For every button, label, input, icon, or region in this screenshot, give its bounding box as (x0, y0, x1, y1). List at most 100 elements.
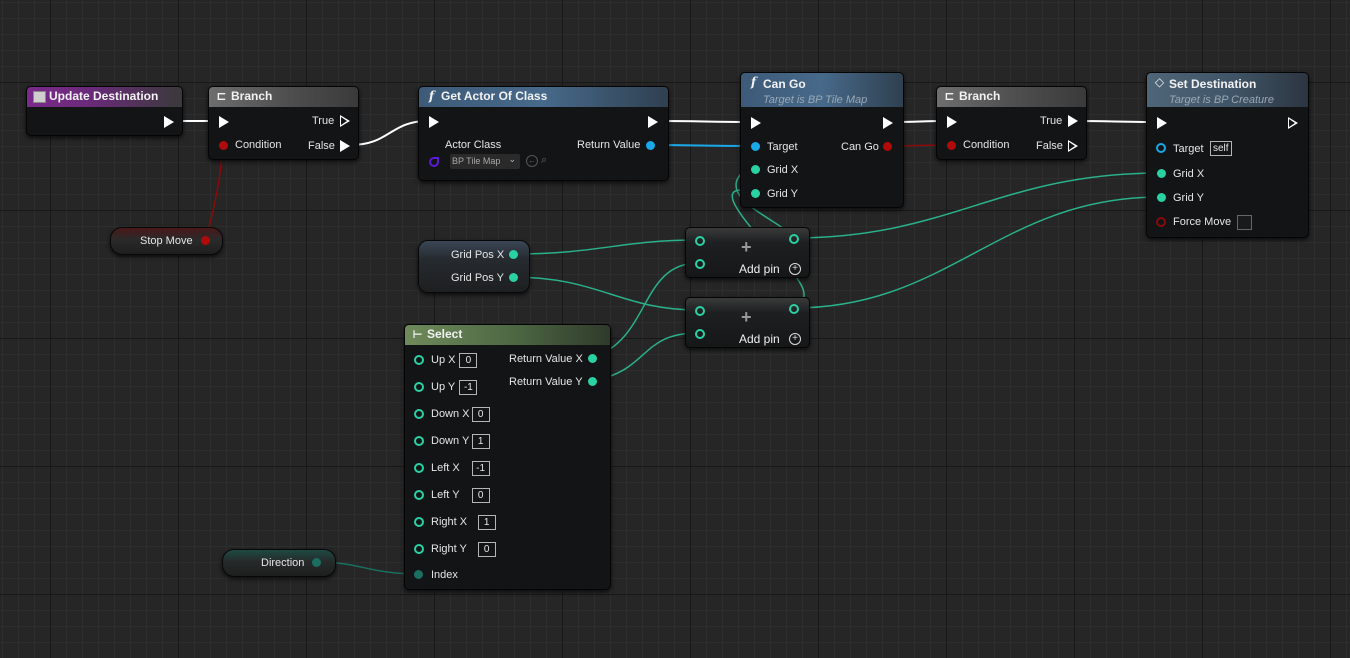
return-value-pin[interactable] (646, 141, 655, 150)
a-input-pin[interactable] (695, 236, 705, 246)
exec-out-pin[interactable] (883, 117, 893, 129)
set-destination-node[interactable]: ◇ Set Destination Target is BP Creature … (1146, 72, 1309, 238)
select-input-value-field[interactable]: 0 (477, 542, 496, 557)
select-input-value-field[interactable]: 0 (471, 407, 490, 422)
select-input-pin[interactable] (414, 490, 424, 500)
direction-label: Direction (261, 557, 305, 569)
select-input-value-field[interactable]: 1 (471, 434, 490, 449)
branch-node[interactable]: ⊏ Branch Condition True False (936, 86, 1087, 160)
false-exec-pin[interactable] (340, 140, 350, 152)
grid-x-pin[interactable] (751, 165, 760, 174)
stop-move-pin[interactable] (201, 236, 210, 245)
false-label: False (1036, 140, 1063, 152)
actor-class-pin[interactable] (429, 157, 439, 167)
node-header: Update Destination (27, 87, 182, 107)
false-exec-pin[interactable] (1068, 140, 1078, 152)
function-diamond-icon: ◇ (1154, 75, 1165, 89)
stop-move-variable[interactable]: Stop Move (110, 227, 223, 255)
force-move-checkbox[interactable] (1237, 215, 1252, 230)
event-icon (33, 91, 46, 103)
exec-out-pin[interactable] (648, 116, 658, 128)
target-label: Target (1173, 143, 1204, 155)
grid-y-pin[interactable] (1157, 193, 1166, 202)
node-title: Set Destination (1169, 77, 1257, 91)
return-value-x-pin[interactable] (588, 354, 597, 363)
target-pin[interactable] (751, 142, 760, 151)
condition-pin[interactable] (219, 141, 228, 150)
branch-icon: ⊏ (216, 89, 227, 103)
select-input-label: Up Y (431, 381, 456, 393)
select-input-value-field[interactable]: -1 (471, 461, 490, 476)
return-value-y-pin[interactable] (588, 377, 597, 386)
force-move-pin[interactable] (1156, 217, 1166, 227)
grid-y-pin[interactable] (751, 189, 760, 198)
condition-label: Condition (235, 139, 282, 151)
exec-in-pin[interactable] (1157, 117, 1167, 129)
target-pin[interactable] (1156, 143, 1166, 153)
exec-out-pin[interactable] (164, 116, 174, 128)
condition-pin[interactable] (947, 141, 956, 150)
add-node[interactable]: + Add pin + (685, 297, 810, 348)
select-input-value-field[interactable]: 0 (471, 488, 490, 503)
select-input-value-field[interactable]: 0 (459, 353, 478, 368)
select-input-pin[interactable] (414, 463, 424, 473)
grid-pos-variable[interactable]: Grid Pos X Grid Pos Y (418, 240, 530, 293)
browse-arrow-icon[interactable]: ← (526, 155, 538, 167)
add-symbol: + (741, 237, 752, 257)
grid-pos-y-label: Grid Pos Y (451, 272, 504, 284)
select-input-value-field[interactable]: -1 (459, 380, 478, 395)
index-label: Index (431, 569, 458, 581)
grid-x-label: Grid X (767, 164, 799, 176)
branch-node[interactable]: ⊏ Branch Condition True False (208, 86, 359, 160)
can-go-pin[interactable] (883, 142, 892, 151)
add-pin-plus-icon[interactable]: + (789, 333, 801, 345)
exec-in-pin[interactable] (751, 117, 761, 129)
actor-class-value: BP Tile Map (452, 156, 501, 166)
select-input-pin[interactable] (414, 517, 424, 527)
select-input-pin[interactable] (414, 544, 424, 554)
index-pin[interactable] (414, 570, 423, 579)
node-title: Branch (231, 89, 273, 103)
result-output-pin[interactable] (789, 304, 799, 314)
result-output-pin[interactable] (789, 234, 799, 244)
add-node[interactable]: + Add pin + (685, 227, 810, 278)
grid-pos-x-pin[interactable] (509, 250, 518, 259)
b-input-pin[interactable] (695, 259, 705, 269)
true-label: True (1040, 115, 1063, 127)
true-exec-pin[interactable] (1068, 115, 1078, 127)
b-input-pin[interactable] (695, 329, 705, 339)
add-pin-label[interactable]: Add pin (739, 262, 780, 276)
select-input-value-field[interactable]: 1 (477, 515, 496, 530)
node-header: f Get Actor Of Class (419, 87, 668, 107)
get-actor-of-class-node[interactable]: f Get Actor Of Class Actor Class BP Tile… (418, 86, 669, 181)
add-pin-label[interactable]: Add pin (739, 332, 780, 346)
search-icon[interactable]: ⌕ (541, 154, 547, 167)
exec-in-pin[interactable] (947, 116, 957, 128)
update-destination-node[interactable]: Update Destination (26, 86, 183, 136)
node-title: Can Go (763, 77, 806, 91)
exec-out-pin[interactable] (1288, 117, 1298, 129)
target-label: Target (767, 141, 798, 153)
direction-pin[interactable] (312, 558, 321, 567)
select-node[interactable]: ⊢ Select Up X 0 Up Y -1 Down X 0 Down Y 1 Left X… (404, 324, 611, 590)
select-input-pin[interactable] (414, 355, 424, 365)
select-input-pin[interactable] (414, 382, 424, 392)
node-header: ⊏ Branch (209, 87, 358, 107)
exec-in-pin[interactable] (219, 116, 229, 128)
add-pin-plus-icon[interactable]: + (789, 263, 801, 275)
grid-pos-y-pin[interactable] (509, 273, 518, 282)
can-go-node[interactable]: f Can Go Target is BP Tile Map Target Ca… (740, 72, 904, 208)
exec-wire (659, 120, 751, 123)
select-input-pin[interactable] (414, 409, 424, 419)
target-self-field[interactable]: self (1210, 141, 1232, 156)
select-input-pin[interactable] (414, 436, 424, 446)
grid-x-pin[interactable] (1157, 169, 1166, 178)
exec-in-pin[interactable] (429, 116, 439, 128)
direction-variable[interactable]: Direction (222, 549, 336, 577)
node-header: ⊏ Branch (937, 87, 1086, 107)
true-exec-pin[interactable] (340, 115, 350, 127)
a-input-pin[interactable] (695, 306, 705, 316)
actor-class-dropdown[interactable]: BP Tile Map ⌄ (450, 154, 520, 169)
node-title: Select (427, 327, 463, 341)
node-title: Get Actor Of Class (441, 89, 548, 103)
